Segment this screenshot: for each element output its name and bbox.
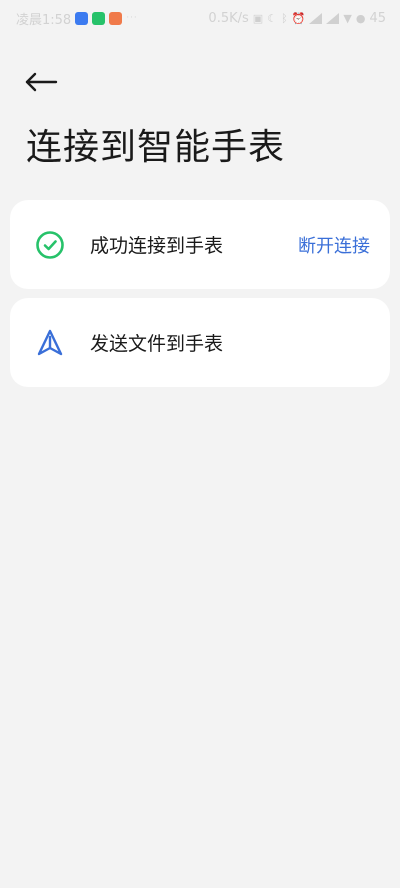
back-button[interactable] — [24, 64, 68, 100]
alarm-icon: ⏰ — [291, 11, 306, 25]
battery-level: 45 — [369, 10, 386, 26]
wechat-notification-icon — [92, 11, 106, 25]
disconnect-button[interactable]: 断开连接 — [298, 232, 370, 258]
send-file-label: 发送文件到手表 — [90, 333, 224, 355]
check-circle-icon — [34, 229, 66, 261]
battery-saver-icon: ● — [355, 11, 366, 25]
status-bar: 凌晨1:58 ··· 0.5K/s ▣ ☾ ᛒ ⏰ ▼ ● 45 — [0, 0, 400, 36]
connected-status-label: 成功连接到手表 — [90, 235, 224, 257]
nfc-icon: ▣ — [252, 11, 264, 25]
wifi-icon: ▼ — [343, 11, 352, 25]
signal-icon — [309, 12, 323, 24]
status-time: 凌晨1:58 — [16, 12, 72, 28]
shopping-notification-icon — [109, 11, 123, 25]
bluetooth-icon: ᛒ — [281, 11, 288, 25]
page-title: 连接到智能手表 — [26, 127, 286, 168]
connected-status-card: 成功连接到手表 断开连接 — [10, 200, 390, 289]
send-file-card[interactable]: 发送文件到手表 — [10, 298, 390, 387]
net-speed: 0.5K/s — [208, 10, 249, 26]
signal-2-icon — [326, 12, 340, 24]
navigation-arrow-icon — [34, 327, 66, 359]
do-not-disturb-icon: ☾ — [267, 11, 278, 25]
back-arrow-icon — [25, 72, 58, 92]
app-notification-icon — [75, 11, 89, 25]
more-notifications-indicator: ··· — [126, 13, 138, 23]
